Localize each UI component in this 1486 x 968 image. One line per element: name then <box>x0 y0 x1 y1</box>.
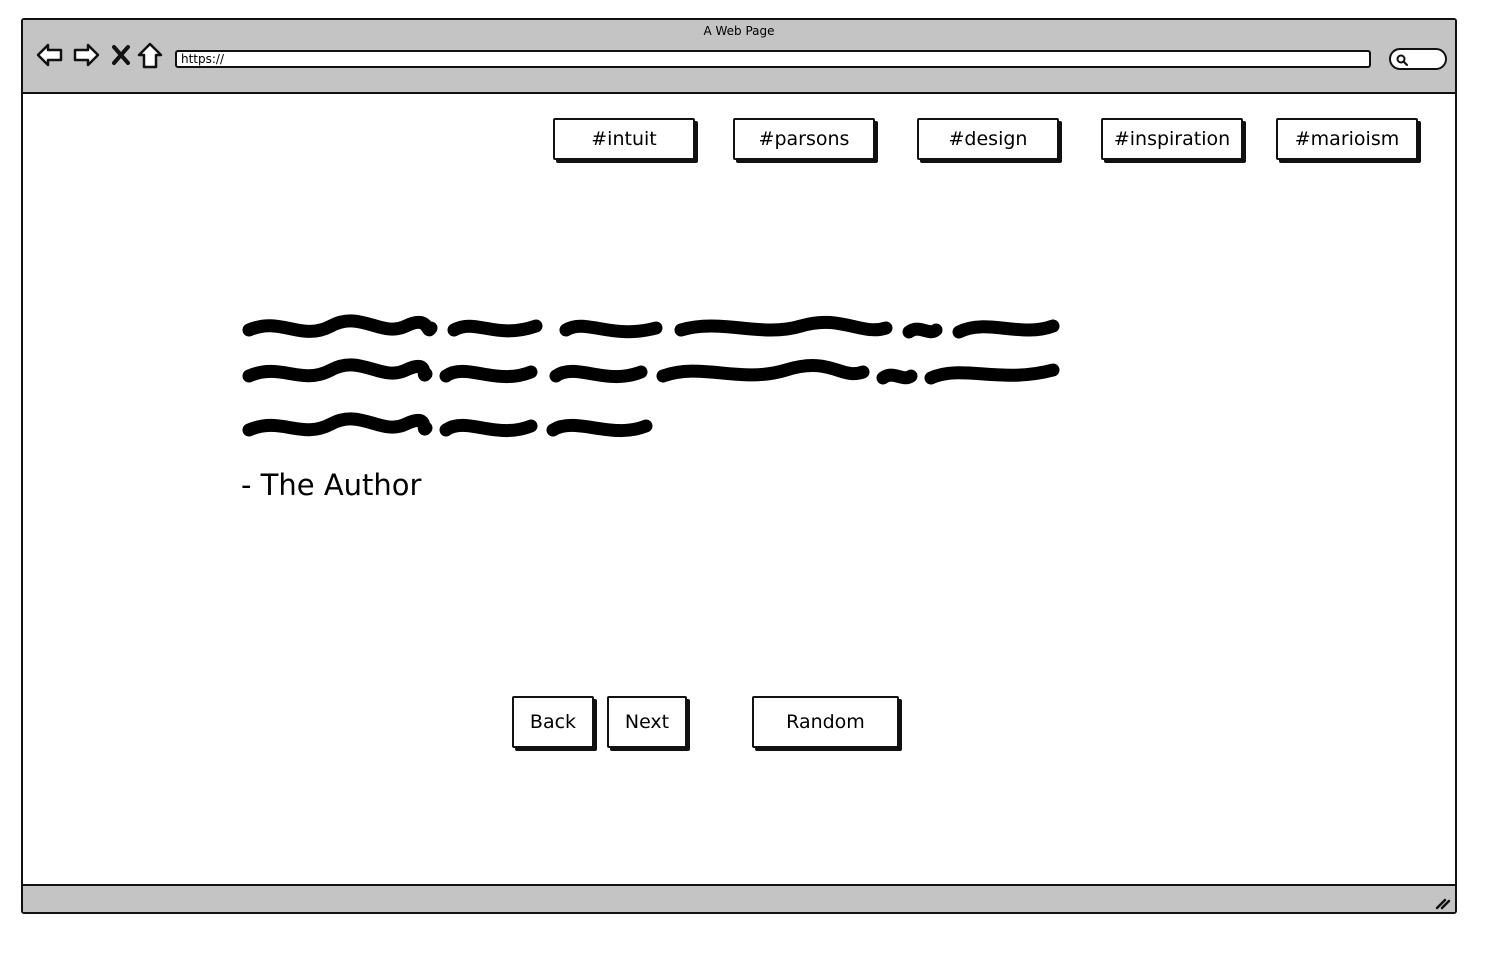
resize-grip-icon[interactable] <box>1433 892 1451 910</box>
window-title: A Web Page <box>703 24 775 38</box>
quote-text-placeholder <box>242 314 1060 438</box>
home-icon[interactable] <box>135 40 165 70</box>
browser-statusbar <box>23 884 1455 912</box>
page-content: #intuit #parsons #design #inspiration #m… <box>23 94 1455 886</box>
tag-marioism-button[interactable]: #marioism <box>1276 118 1418 160</box>
forward-arrow-icon[interactable] <box>71 40 101 70</box>
tag-parsons-button[interactable]: #parsons <box>733 118 875 160</box>
tag-inspiration-button[interactable]: #inspiration <box>1101 118 1243 160</box>
back-button[interactable]: Back <box>512 696 594 748</box>
tag-intuit-button[interactable]: #intuit <box>553 118 695 160</box>
url-input[interactable]: https:// <box>175 50 1371 68</box>
close-icon[interactable] <box>109 40 133 70</box>
browser-window: A Web Page https:// #intuit #parsons #de… <box>21 18 1457 914</box>
quote-author: - The Author <box>241 468 422 502</box>
search-icon <box>1396 54 1408 66</box>
search-input[interactable] <box>1389 48 1447 70</box>
next-button[interactable]: Next <box>607 696 687 748</box>
browser-titlebar: A Web Page https:// <box>23 20 1455 94</box>
random-button[interactable]: Random <box>752 696 899 748</box>
back-arrow-icon[interactable] <box>35 40 65 70</box>
tag-design-button[interactable]: #design <box>917 118 1059 160</box>
